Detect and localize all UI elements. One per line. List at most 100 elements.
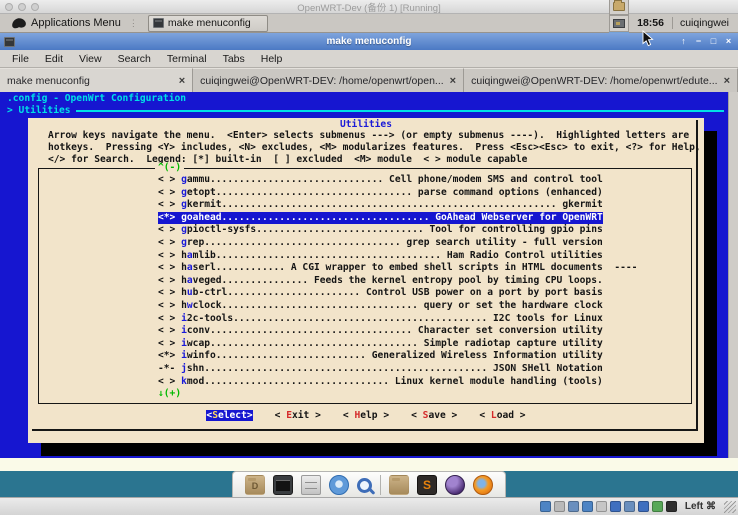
list-item-haserl[interactable]: < > haserl............ A CGI wrapper to … xyxy=(158,262,637,275)
button-save[interactable]: < Save > xyxy=(411,410,457,421)
terminal-icon xyxy=(153,18,164,28)
item-indicator: < > xyxy=(158,174,181,185)
list-item-gkermit[interactable]: < > gkermit.............................… xyxy=(158,199,603,212)
item-indicator: < > h xyxy=(158,250,187,261)
button-text: xit > xyxy=(292,410,321,421)
terminal-menubar: FileEditViewSearchTerminalTabsHelp xyxy=(0,50,738,68)
file-manager-icon[interactable] xyxy=(389,475,409,495)
archive-manager-icon[interactable] xyxy=(301,475,321,495)
features-icon[interactable] xyxy=(652,501,663,512)
close-icon[interactable]: × xyxy=(722,35,735,48)
list-item-i2c-tools[interactable]: < > i2c-tools...........................… xyxy=(158,313,603,326)
shared-folders-icon[interactable] xyxy=(610,501,621,512)
item-indicator: < > xyxy=(158,187,181,198)
home-folder-icon[interactable] xyxy=(245,475,265,495)
sublime-text-icon[interactable]: S xyxy=(417,475,437,495)
list-item-jshn[interactable]: -*- jshn................................… xyxy=(158,363,603,376)
application-finder-icon[interactable] xyxy=(357,478,372,493)
hard-disks-icon[interactable] xyxy=(540,501,551,512)
recording-icon[interactable] xyxy=(638,501,649,512)
button-exit[interactable]: < Exit > xyxy=(275,410,321,421)
terminal-icon[interactable] xyxy=(273,475,293,495)
tab[interactable]: cuiqingwei@OpenWRT-DEV: /home/openwrt/ed… xyxy=(464,68,738,92)
terminal-scrollbar[interactable] xyxy=(728,92,738,471)
button-help[interactable]: < Help > xyxy=(343,410,389,421)
list-item-gammu[interactable]: < > gammu.............................. … xyxy=(158,174,603,187)
vbox-statusbar: Left ⌘ xyxy=(0,497,738,515)
list-item-getopt[interactable]: < > getopt..............................… xyxy=(158,187,603,200)
menu-tabs[interactable]: Tabs xyxy=(215,50,253,68)
terminal-screen[interactable]: .config - OpenWrt Configuration > Utilit… xyxy=(0,92,738,458)
user-menu[interactable]: cuiqingwei xyxy=(680,17,729,29)
menu-view[interactable]: View xyxy=(71,50,110,68)
list-item-iwcap[interactable]: < > iwcap...............................… xyxy=(158,338,603,351)
audio-icon[interactable] xyxy=(568,501,579,512)
network-icon[interactable] xyxy=(582,501,593,512)
list-item-hwclock[interactable]: < > hwclock.............................… xyxy=(158,300,603,313)
item-text: mlib....................................… xyxy=(193,250,603,261)
list-item-iconv[interactable]: < > iconv...............................… xyxy=(158,325,603,338)
menu-edit[interactable]: Edit xyxy=(37,50,71,68)
shade-icon[interactable]: ↑ xyxy=(677,35,690,48)
item-text: pioctl-sysfs............................… xyxy=(187,224,603,235)
button-text: < xyxy=(411,410,423,421)
item-text: veged............... Feeds the kernel en… xyxy=(193,275,603,286)
maximize-icon[interactable]: □ xyxy=(707,35,720,48)
list-item-iwinfo[interactable]: <*> iwinfo.......................... Gen… xyxy=(158,350,603,363)
dock: S xyxy=(232,471,506,497)
firefox-icon[interactable] xyxy=(473,475,493,495)
tab-label: make menuconfig xyxy=(7,75,173,87)
image-tray-tray-button[interactable] xyxy=(609,15,629,32)
minimize-icon[interactable]: − xyxy=(692,35,705,48)
dialog-buttons: <Select> < Exit > < Help > < Save > < Load > xyxy=(28,410,704,421)
resize-grip[interactable] xyxy=(724,501,736,513)
window-titlebar[interactable]: make menuconfig ↑−□× xyxy=(0,33,738,50)
menu-help[interactable]: Help xyxy=(253,50,291,68)
optical-drives-icon[interactable] xyxy=(554,501,565,512)
button-text: < xyxy=(275,410,287,421)
terminal-bottom-strip xyxy=(0,458,738,471)
list-item-goahead[interactable]: <*> goahead.............................… xyxy=(158,212,603,225)
mouse-capture-icon[interactable] xyxy=(666,501,677,512)
list-item-hub-ctrl[interactable]: < > hub-ctrl....................... Cont… xyxy=(158,287,603,300)
list-item-grep[interactable]: < > grep................................… xyxy=(158,237,603,250)
menu-search[interactable]: Search xyxy=(110,50,159,68)
menuconfig-dialog: Utilities Arrow keys navigate the menu. … xyxy=(28,118,704,443)
taskbar-button-label: make menuconfig xyxy=(168,17,251,29)
item-text: clock.................................. … xyxy=(193,300,603,311)
menu-file[interactable]: File xyxy=(4,50,37,68)
applications-menu-label: Applications Menu xyxy=(31,17,121,29)
button-select[interactable]: <Select> xyxy=(206,410,252,421)
item-indicator: < > h xyxy=(158,275,187,286)
scroll-down-indicator: ↓(+) xyxy=(158,388,637,401)
applications-menu-button[interactable]: Applications Menu xyxy=(0,15,126,32)
item-indicator: < > xyxy=(158,325,181,336)
list-item-kmod[interactable]: < > kmod................................… xyxy=(158,376,603,389)
tab-close-icon[interactable]: × xyxy=(444,75,456,87)
item-indicator: < > h xyxy=(158,262,187,273)
eclipse-icon[interactable] xyxy=(445,475,465,495)
taskbar-button[interactable]: make menuconfig xyxy=(148,15,268,32)
item-text: etopt.................................. … xyxy=(187,187,603,198)
list-item-haveged[interactable]: < > haveged............... Feeds the ker… xyxy=(158,275,603,288)
list-item-hamlib[interactable]: < > hamlib..............................… xyxy=(158,250,603,263)
panel-clock[interactable]: 18:56 xyxy=(637,17,664,29)
tab[interactable]: make menuconfig× xyxy=(0,68,193,92)
chromium-icon[interactable] xyxy=(329,475,349,495)
usb-icon[interactable] xyxy=(596,501,607,512)
panel-handle: ⋮ xyxy=(129,18,139,29)
terminal-tabbar: make menuconfig×cuiqingwei@OpenWRT-DEV: … xyxy=(0,68,738,92)
tab[interactable]: cuiqingwei@OpenWRT-DEV: /home/openwrt/op… xyxy=(193,68,464,92)
vbox-status-icons xyxy=(540,501,677,512)
menu-terminal[interactable]: Terminal xyxy=(159,50,215,68)
display-icon[interactable] xyxy=(624,501,635,512)
window-controls: ↑−□× xyxy=(677,33,735,50)
list-item-gpioctl-sysfs[interactable]: < > gpioctl-sysfs.......................… xyxy=(158,224,603,237)
dialog-title: Utilities xyxy=(28,119,704,130)
folder-tray-tray-button[interactable] xyxy=(609,0,629,15)
item-text: winfo.......................... Generali… xyxy=(187,350,603,361)
tab-close-icon[interactable]: × xyxy=(718,75,730,87)
tab-close-icon[interactable]: × xyxy=(173,75,185,87)
button-load[interactable]: < Load > xyxy=(479,410,525,421)
breadcrumb-label: > Utilities xyxy=(7,105,71,116)
